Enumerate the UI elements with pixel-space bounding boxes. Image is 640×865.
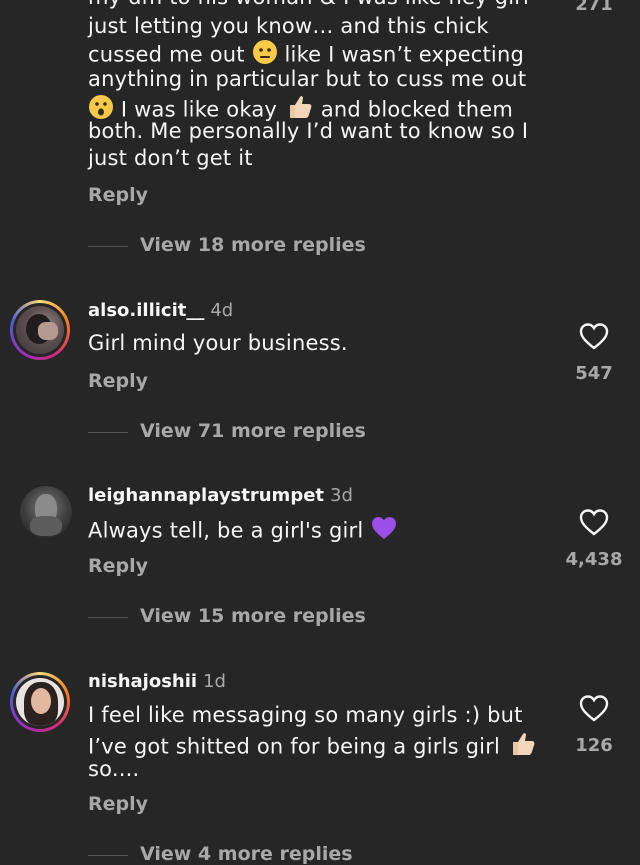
comment-text-line: I feel like messaging so many girls :) b… xyxy=(88,703,523,727)
comment-text-line: both. Me personally I’d want to know so … xyxy=(88,119,529,143)
comment-header: also.illicit__ 4d xyxy=(88,300,233,321)
comment-age: 4d xyxy=(210,300,234,321)
view-replies-button[interactable]: View 4 more replies xyxy=(140,843,353,865)
heart-outline-icon[interactable] xyxy=(579,508,609,536)
view-replies-button[interactable]: View 15 more replies xyxy=(140,605,366,627)
view-replies-button[interactable]: View 71 more replies xyxy=(140,420,366,442)
avatar[interactable] xyxy=(10,672,70,732)
comment-age: 3d xyxy=(330,485,353,506)
comment-text-line: I’ve got shitted on for being a girls gi… xyxy=(88,729,537,766)
purple-heart-emoji-icon xyxy=(370,515,398,548)
reply-button[interactable]: Reply xyxy=(88,184,148,206)
heart-outline-icon[interactable] xyxy=(579,322,609,350)
divider-line xyxy=(88,246,128,247)
reply-button[interactable]: Reply xyxy=(88,793,148,815)
comment-text-line: just don’t get it xyxy=(88,146,253,170)
comment-text-line: just letting you know… and this chick xyxy=(88,14,489,38)
reply-button[interactable]: Reply xyxy=(88,555,148,577)
comment-text-segment: I’ve got shitted on for being a girls gi… xyxy=(88,734,501,759)
comment-text: Always tell, be a girl's girl xyxy=(88,515,398,548)
comment-text-segment: like I wasn’t expecting xyxy=(284,42,525,67)
comment-header: nishajoshii 1d xyxy=(88,671,226,692)
reply-button[interactable]: Reply xyxy=(88,370,148,392)
comment-header: leighannaplaystrumpet 3d xyxy=(88,485,353,506)
comment-age: 1d xyxy=(203,671,226,692)
like-count: 547 xyxy=(575,363,613,384)
comment-text-line: my dm to his woman & I was like hey girl xyxy=(88,0,529,11)
comment-text: Girl mind your business. xyxy=(88,331,348,355)
like-count: 4,438 xyxy=(565,549,623,570)
view-replies-button[interactable]: View 18 more replies xyxy=(140,234,366,256)
like-count: 126 xyxy=(575,735,613,756)
comment-text-line: so.... xyxy=(88,757,140,781)
comment-text-segment: cussed me out xyxy=(88,42,245,67)
username[interactable]: also.illicit__ xyxy=(88,300,204,321)
divider-line xyxy=(88,617,128,618)
divider-line xyxy=(88,432,128,433)
avatar[interactable] xyxy=(10,300,70,360)
username[interactable]: leighannaplaystrumpet xyxy=(88,485,324,506)
comment-text-line: anything in particular but to cuss me ou… xyxy=(88,67,527,91)
comment-text-segment: Always tell, be a girl's girl xyxy=(88,518,364,543)
avatar[interactable] xyxy=(20,486,72,538)
heart-outline-icon[interactable] xyxy=(579,694,609,722)
username[interactable]: nishajoshii xyxy=(88,671,197,692)
like-count: 271 xyxy=(575,0,613,15)
thumbs-up-emoji-icon xyxy=(507,729,537,766)
